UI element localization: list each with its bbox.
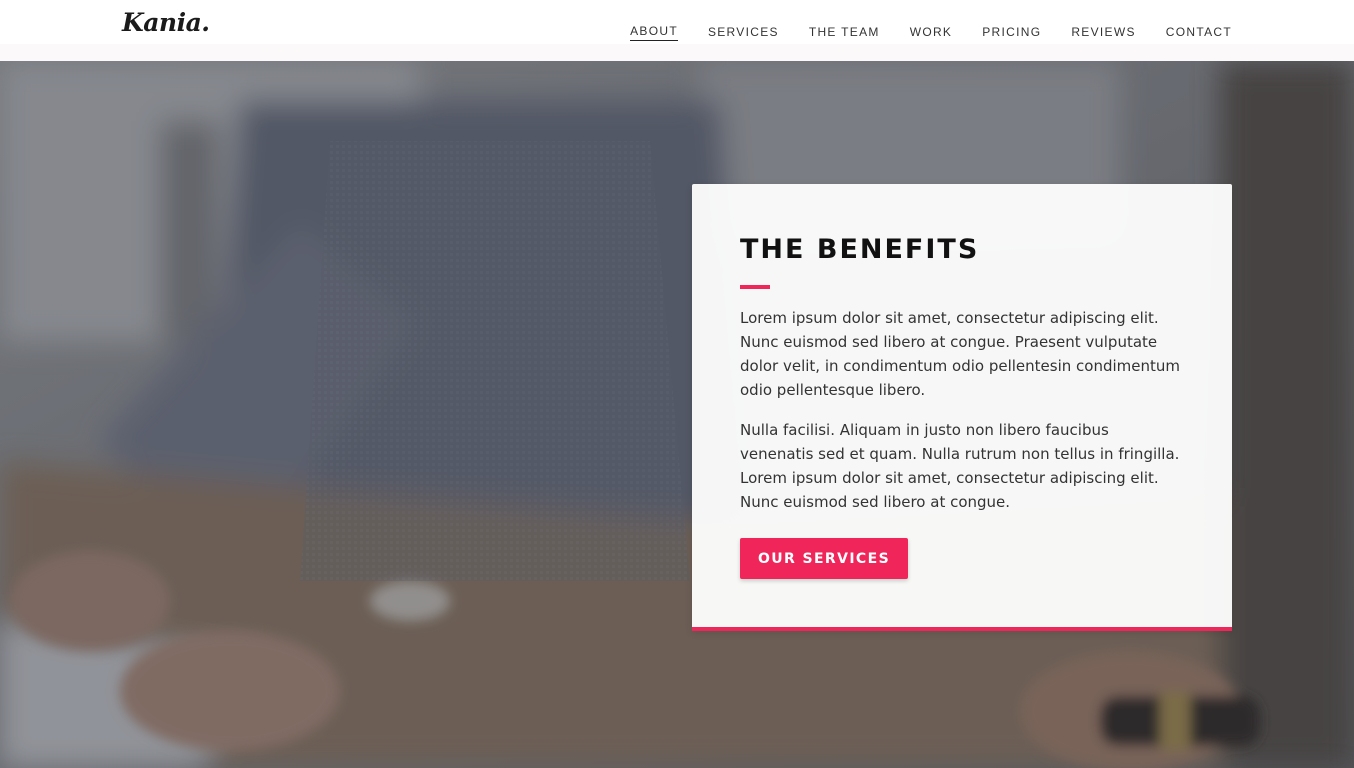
benefits-card: THE BENEFITS Lorem ipsum dolor sit amet,… [692, 184, 1232, 631]
title-accent-bar [740, 285, 770, 289]
card-paragraph-1: Lorem ipsum dolor sit amet, consectetur … [740, 309, 1180, 399]
nav-item-reviews[interactable]: REVIEWS [1071, 25, 1135, 41]
site-header: Kania. ABOUT SERVICES THE TEAM WORK PRIC… [0, 0, 1354, 44]
nav-item-about[interactable]: ABOUT [630, 24, 678, 41]
nav-item-pricing[interactable]: PRICING [982, 25, 1041, 41]
card-paragraph-2: Nulla facilisi. Aliquam in justo non lib… [740, 421, 1180, 511]
our-services-button[interactable]: OUR SERVICES [740, 538, 908, 579]
card-title: THE BENEFITS [740, 234, 980, 265]
nav-item-the-team[interactable]: THE TEAM [809, 25, 880, 41]
nav-item-services[interactable]: SERVICES [708, 25, 779, 41]
header-divider-strip [0, 44, 1354, 61]
brand-logo[interactable]: Kania. [122, 10, 210, 35]
card-accent-border [692, 627, 1232, 631]
main-nav: ABOUT SERVICES THE TEAM WORK PRICING REV… [630, 24, 1232, 41]
nav-item-contact[interactable]: CONTACT [1166, 25, 1232, 41]
nav-item-work[interactable]: WORK [910, 25, 953, 41]
